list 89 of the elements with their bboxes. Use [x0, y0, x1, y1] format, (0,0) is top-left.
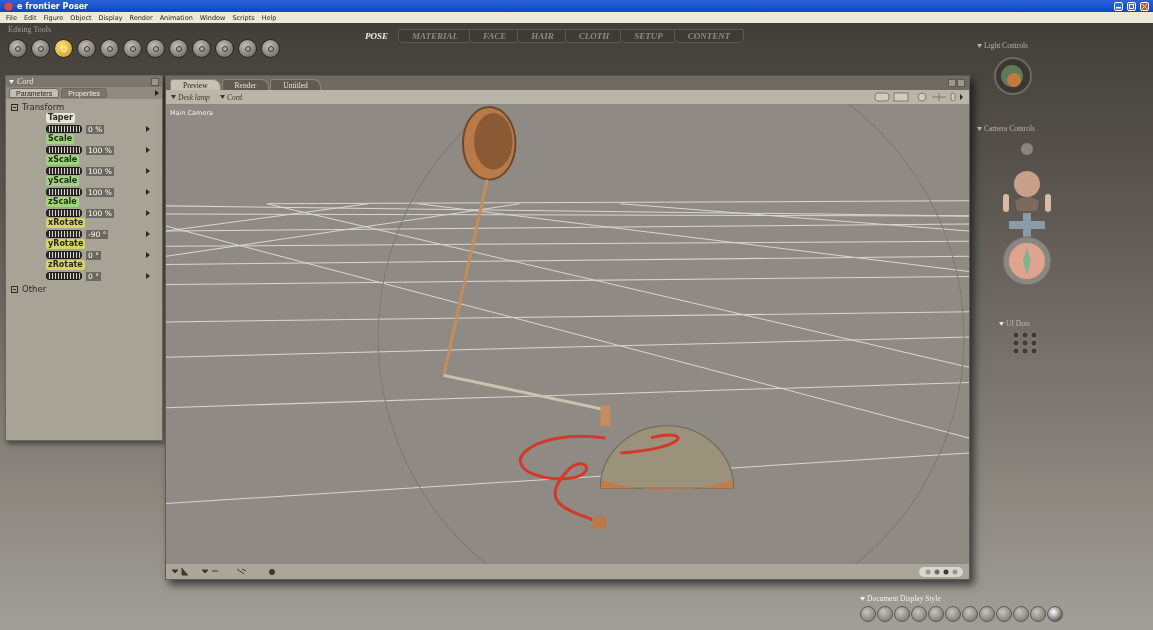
parameter-menu-arrow-icon[interactable]	[146, 147, 150, 153]
tool-button[interactable]	[31, 39, 50, 58]
maximize-icon	[1129, 3, 1134, 9]
close-icon	[1142, 3, 1147, 9]
close-button[interactable]	[1140, 1, 1149, 11]
display-style-button[interactable]	[945, 606, 961, 622]
tool-button[interactable]	[261, 39, 280, 58]
panel-title: Cord	[17, 77, 35, 86]
ring-icon	[13, 44, 22, 53]
parameter-name: Scale	[46, 134, 75, 144]
display-style-button[interactable]	[962, 606, 978, 622]
parameter-menu-arrow-icon[interactable]	[146, 189, 150, 195]
triangle-icon	[171, 95, 176, 99]
ring-icon	[151, 44, 160, 53]
parameter-dial[interactable]	[46, 125, 82, 133]
parameter-name: yRotate	[46, 239, 86, 249]
display-style-button[interactable]	[928, 606, 944, 622]
parameter-dial[interactable]	[46, 272, 82, 280]
display-style-button[interactable]	[911, 606, 927, 622]
ring-icon	[82, 44, 91, 53]
display-style-button[interactable]	[860, 606, 876, 622]
display-style-button[interactable]	[979, 606, 995, 622]
tool-button[interactable]	[54, 39, 73, 58]
display-style-button[interactable]	[1030, 606, 1046, 622]
tool-button[interactable]	[100, 39, 119, 58]
parameter-dial[interactable]	[46, 167, 82, 175]
parameter-menu-arrow-icon[interactable]	[146, 273, 150, 279]
ring-icon	[174, 44, 183, 53]
room-tab[interactable]: SETUP	[620, 29, 677, 43]
triangle-icon	[9, 79, 14, 84]
ring-icon	[220, 44, 229, 53]
display-style-button[interactable]	[996, 606, 1012, 622]
parameter-menu-arrow-icon[interactable]	[146, 210, 150, 216]
parameter-name: zScale	[46, 197, 79, 207]
room-tab[interactable]: POSE	[352, 29, 401, 43]
tool-button[interactable]	[77, 39, 96, 58]
ring-icon	[59, 44, 68, 53]
collapse-icon[interactable]	[11, 103, 18, 111]
ring-icon	[243, 44, 252, 53]
parameter-dial[interactable]	[46, 188, 82, 196]
triangle-icon	[977, 43, 982, 48]
tool-button[interactable]	[169, 39, 188, 58]
triangle-icon	[860, 596, 865, 601]
ui-dots-icon[interactable]	[1011, 331, 1039, 356]
parameter-dial[interactable]	[46, 230, 82, 238]
maximize-button[interactable]	[1127, 1, 1136, 11]
display-style-button[interactable]	[1047, 606, 1063, 622]
view-controls-icon[interactable]	[874, 92, 964, 102]
parameter-name: yScale	[46, 176, 80, 186]
tool-button[interactable]	[123, 39, 142, 58]
display-style-button[interactable]	[1013, 606, 1029, 622]
ring-icon	[128, 44, 137, 53]
collapse-icon[interactable]	[11, 285, 18, 293]
display-style-button[interactable]	[894, 606, 910, 622]
app-icon	[4, 1, 13, 11]
room-tab[interactable]: HAIR	[517, 29, 568, 43]
display-style-button[interactable]	[877, 606, 893, 622]
ring-icon	[197, 44, 206, 53]
tool-button[interactable]	[215, 39, 234, 58]
triangle-icon	[977, 126, 982, 131]
parameter-menu-arrow-icon[interactable]	[146, 231, 150, 237]
group-label: Transform	[22, 102, 65, 112]
parameter-dial[interactable]	[46, 251, 82, 259]
parameter-menu-arrow-icon[interactable]	[146, 252, 150, 258]
panel-menu-arrow-icon[interactable]	[155, 90, 159, 96]
pager-dots-icon[interactable]	[919, 566, 963, 577]
tool-button[interactable]	[146, 39, 165, 58]
window-title: e frontier Poser	[17, 1, 90, 11]
parameter-menu-arrow-icon[interactable]	[146, 126, 150, 132]
light-controls-dial[interactable]	[993, 56, 1033, 96]
ring-icon	[36, 44, 45, 53]
room-tab[interactable]: CONTENT	[673, 29, 745, 43]
editing-tools-label: Editing Tools	[8, 25, 53, 36]
parameter-name: zRotate	[46, 260, 85, 270]
tool-button[interactable]	[192, 39, 211, 58]
parameter-name: Taper	[46, 113, 75, 123]
minimize-button[interactable]	[1114, 1, 1123, 11]
tool-button[interactable]	[8, 39, 27, 58]
parameter-name: xScale	[46, 155, 80, 165]
parameter-name: xRotate	[46, 218, 86, 228]
parameter-menu-arrow-icon[interactable]	[146, 168, 150, 174]
ring-icon	[266, 44, 275, 53]
parameter-dial[interactable]	[46, 146, 82, 154]
parameter-dial[interactable]	[46, 209, 82, 217]
group-label: Other	[22, 284, 47, 294]
ring-icon	[105, 44, 114, 53]
tool-button[interactable]	[238, 39, 257, 58]
triangle-icon	[219, 95, 225, 99]
triangle-icon	[999, 321, 1004, 326]
